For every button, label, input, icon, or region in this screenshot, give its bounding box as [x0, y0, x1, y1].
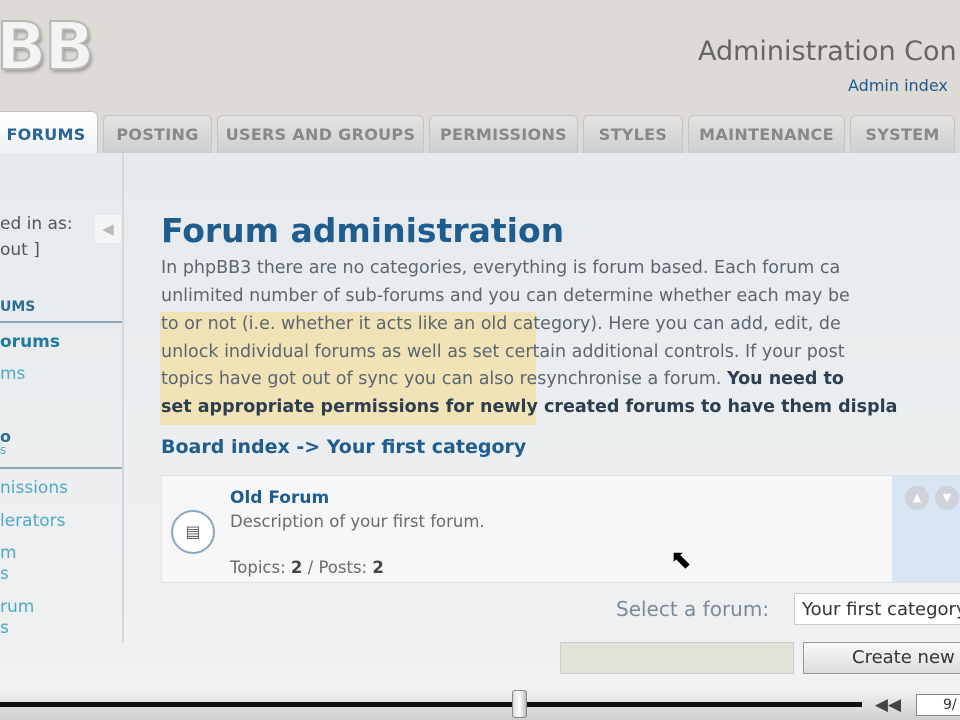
- tab-posting[interactable]: POSTING: [103, 115, 212, 153]
- sidebar-item-user-forum-permissions-b[interactable]: s: [0, 564, 9, 584]
- forum-folder-icon: ▤: [171, 510, 215, 554]
- sidebar: ed in as: out ] ◀ UMS orums ms o s nissi…: [0, 153, 124, 643]
- tab-permissions[interactable]: PERMISSIONS: [429, 115, 578, 153]
- forum-stats: Topics: 2 / Posts: 2: [230, 558, 384, 577]
- sidebar-section-forums: UMS: [0, 299, 36, 315]
- description-line-bold: set appropriate permissions for newly cr…: [161, 397, 898, 417]
- acp-title: Administration Con: [698, 36, 957, 67]
- admin-index-link[interactable]: Admin index: [848, 76, 948, 95]
- create-new-forum-button[interactable]: Create new forum: [803, 642, 960, 674]
- tab-system[interactable]: SYSTEM: [850, 115, 955, 153]
- collapse-sidebar-icon[interactable]: ◀: [95, 215, 121, 243]
- divider: [0, 467, 122, 469]
- forum-row: ▤ Old Forum Description of your first fo…: [161, 475, 960, 583]
- sidebar-item-forum-moderators[interactable]: lerators: [0, 511, 66, 531]
- tab-maintenance[interactable]: MAINTENANCE: [688, 115, 845, 153]
- mouse-cursor-icon: ⬉: [670, 545, 692, 575]
- sidebar-section-sub: s: [0, 443, 7, 457]
- logged-in-label: ed in as:: [0, 214, 73, 234]
- description-line: to or not (i.e. whether it acts like an …: [161, 314, 841, 334]
- sidebar-item-user-forum-permissions-a[interactable]: m: [0, 543, 17, 563]
- move-up-icon[interactable]: ▲: [905, 486, 929, 510]
- forum-actions: ▲ ▼: [892, 476, 960, 582]
- time-display: 9/: [916, 694, 960, 716]
- sidebar-item-manage-forums[interactable]: orums: [0, 332, 60, 352]
- seek-bar[interactable]: [0, 702, 862, 707]
- sidebar-item-forum-permissions[interactable]: nissions: [0, 478, 68, 498]
- sidebar-item-group-forum-permissions-a[interactable]: rum: [0, 597, 34, 617]
- sidebar-item-group-forum-permissions-b[interactable]: s: [0, 618, 9, 638]
- description-line: unlimited number of sub-forums and you c…: [161, 286, 850, 306]
- phpbb-logo: BB: [0, 7, 96, 86]
- new-forum-name-input[interactable]: [560, 642, 794, 674]
- move-down-icon[interactable]: ▼: [935, 486, 959, 510]
- forum-description: Description of your first forum.: [230, 512, 485, 531]
- description-line: In phpBB3 there are no categories, every…: [161, 258, 841, 278]
- page-title: Forum administration: [161, 211, 565, 250]
- divider: [0, 321, 122, 323]
- video-player-controls: ◀◀ 9/: [0, 690, 960, 720]
- tab-styles[interactable]: STYLES: [583, 115, 683, 153]
- main-content: ed in as: out ] ◀ UMS orums ms o s nissi…: [0, 153, 960, 690]
- tab-users-and-groups[interactable]: USERS AND GROUPS: [217, 115, 424, 153]
- forum-name-link[interactable]: Old Forum: [230, 488, 329, 508]
- header: BB Administration Con Admin index FORUMS…: [0, 0, 960, 155]
- sidebar-item-prune-forums[interactable]: ms: [0, 364, 25, 384]
- breadcrumb[interactable]: Board index -> Your first category: [161, 436, 526, 458]
- description-line: unlock individual forums as well as set …: [161, 342, 845, 362]
- select-forum-dropdown[interactable]: Your first category: [794, 593, 960, 625]
- tab-forums[interactable]: FORUMS: [0, 111, 98, 154]
- logout-link[interactable]: out ]: [0, 240, 40, 260]
- select-forum-label: Select a forum:: [616, 597, 770, 621]
- seek-handle[interactable]: [512, 690, 527, 718]
- rewind-icon[interactable]: ◀◀: [866, 692, 910, 718]
- description-line: topics have got out of sync you can also…: [161, 369, 844, 389]
